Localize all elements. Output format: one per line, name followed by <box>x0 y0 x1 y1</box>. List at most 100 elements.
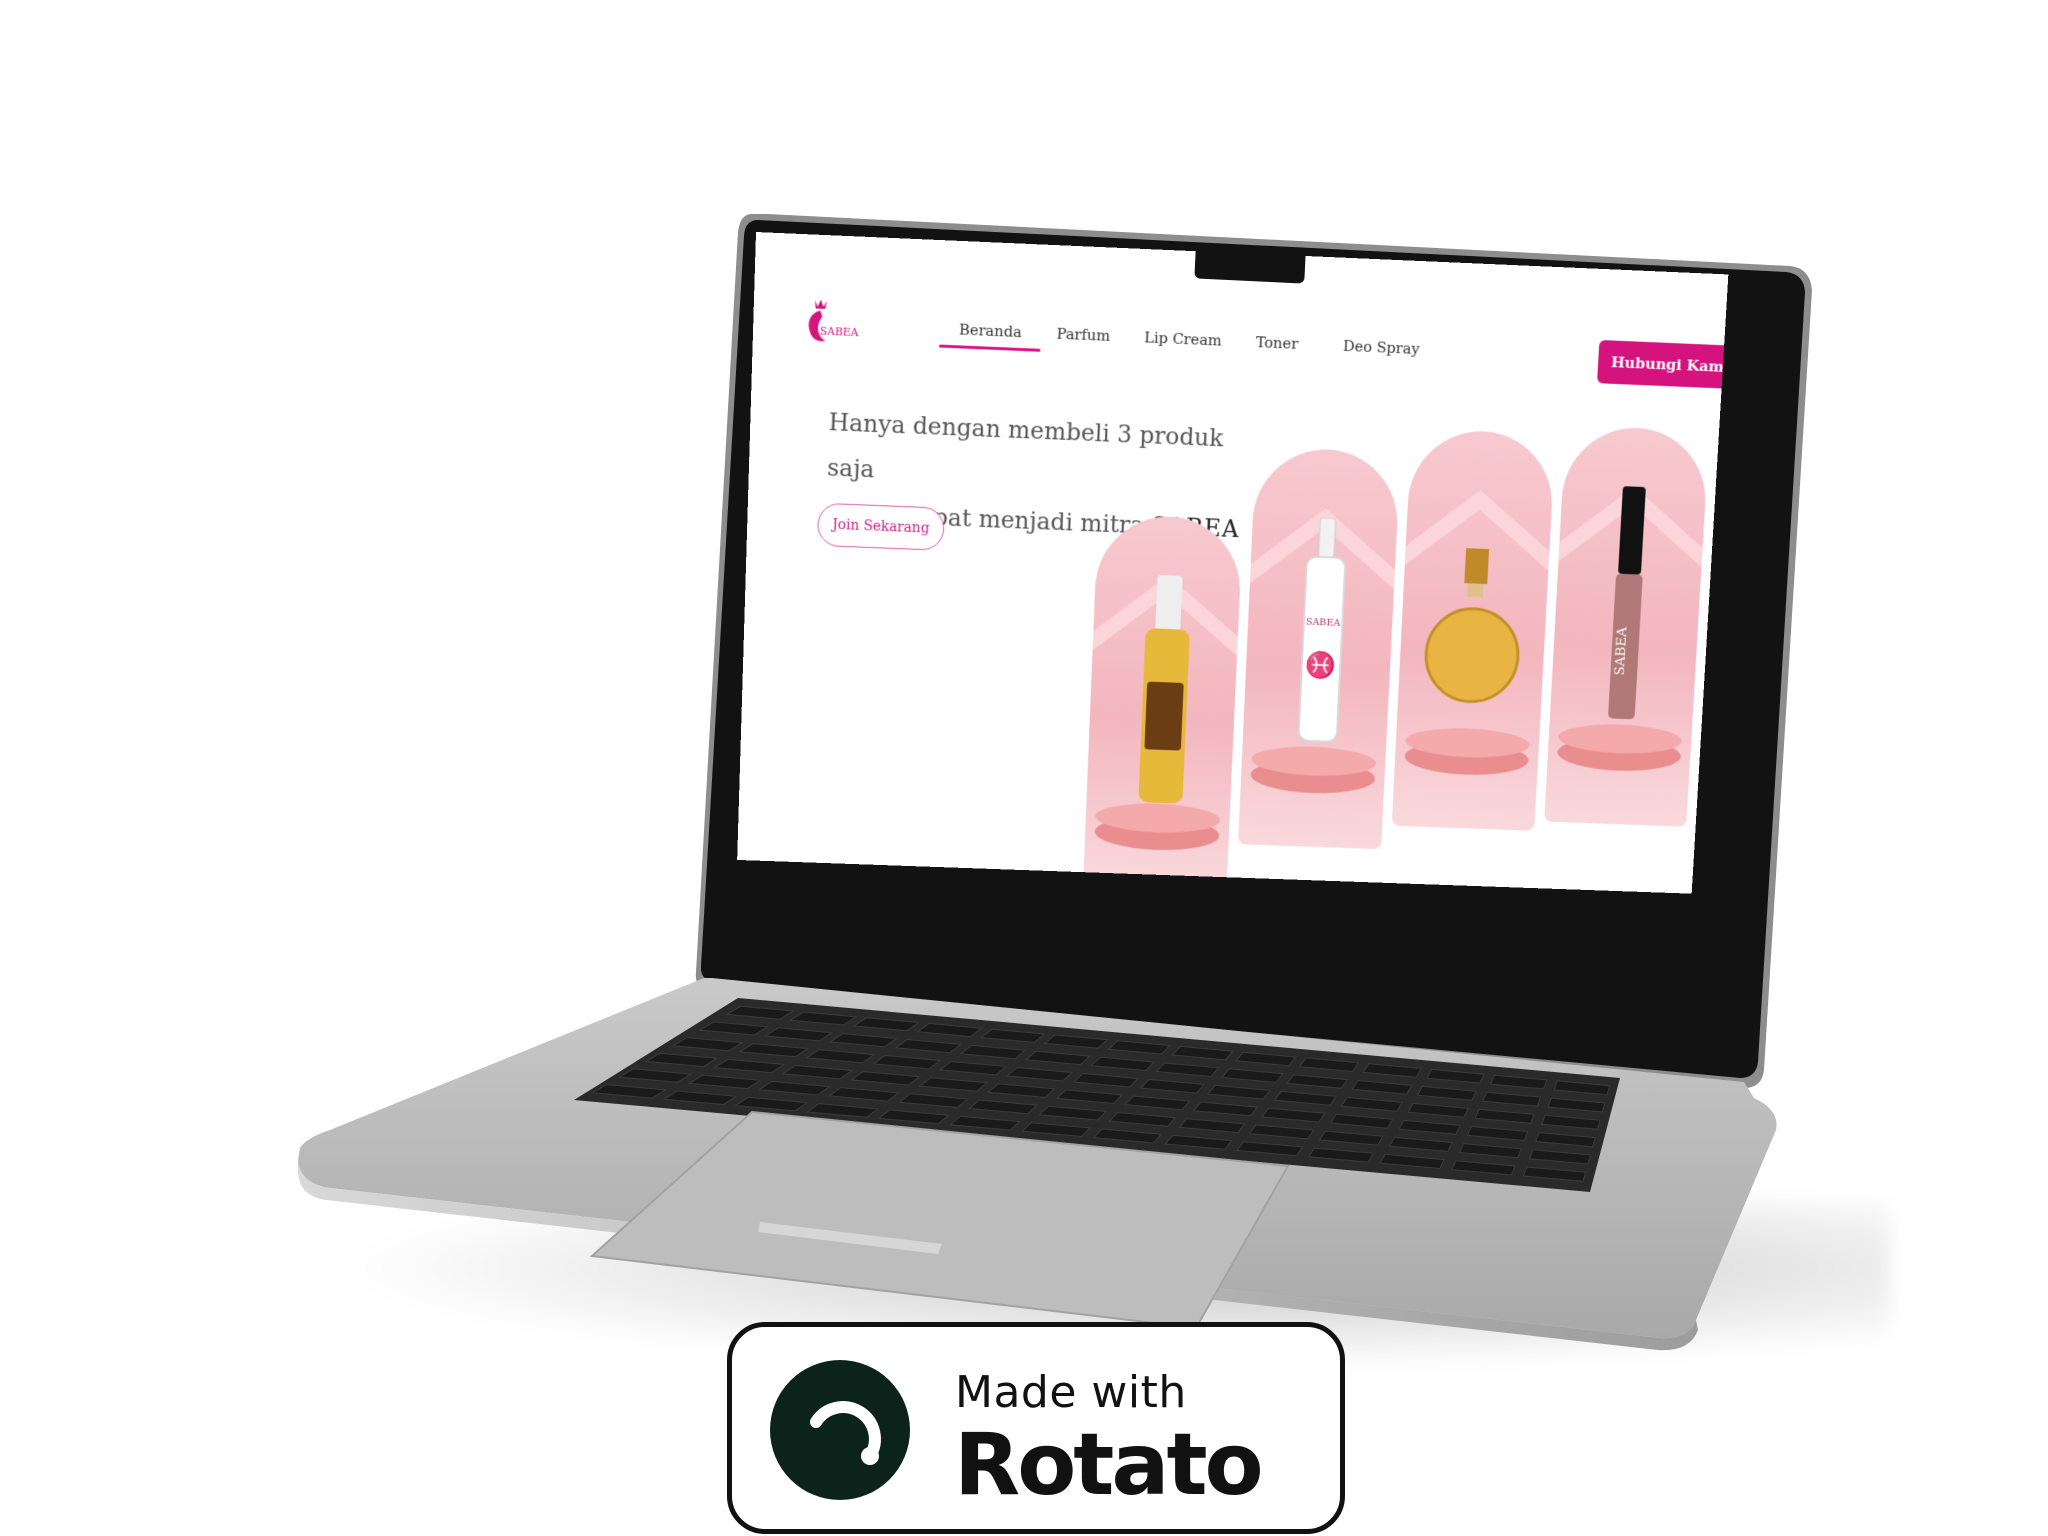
keyboard-key <box>1124 1095 1191 1111</box>
keyboard-key <box>1090 1056 1156 1072</box>
keyboard-key <box>805 1103 880 1118</box>
keyboard-key <box>1474 1108 1535 1124</box>
badge-rotato: Rotato <box>954 1415 1264 1515</box>
keyboard-key <box>1236 1141 1304 1157</box>
keyboard-key <box>1388 1136 1453 1152</box>
svg-text:SABEA: SABEA <box>820 325 859 340</box>
keyboard-key <box>1379 1153 1445 1170</box>
keyboard-key <box>1451 1160 1516 1176</box>
keyboard-key <box>662 1090 738 1106</box>
keyboard-key <box>763 1027 834 1042</box>
keyboard-key <box>1416 1085 1477 1101</box>
keyboard-key <box>1024 1050 1091 1066</box>
nav-deo-spray[interactable]: Deo Spray <box>1343 337 1420 358</box>
svg-text:SABEA: SABEA <box>1306 617 1342 629</box>
keyboard-key <box>713 1058 786 1074</box>
keyboard-key <box>1248 1124 1315 1140</box>
keyboard-key <box>877 1109 950 1125</box>
keyboard-key <box>617 1068 693 1083</box>
keyboard-key <box>1171 1045 1234 1061</box>
keyboard-key <box>687 1074 762 1090</box>
keyboard-key <box>1298 1057 1360 1073</box>
badge-made-with: Made with <box>955 1367 1187 1418</box>
keyboard-key <box>828 1033 898 1048</box>
keyboard-key <box>1178 1118 1246 1134</box>
keyboard-key <box>1192 1101 1259 1117</box>
keyboard-key <box>590 1084 667 1099</box>
product-card-toner[interactable]: SABEA ♓ <box>1238 446 1401 850</box>
keyboard-key <box>1108 1111 1177 1127</box>
hero-line-1: Hanya dengan membeli 3 produk saja <box>826 408 1224 484</box>
keyboard-key <box>980 1028 1046 1043</box>
svg-text:♓: ♓ <box>1305 650 1337 681</box>
keyboard-key <box>828 1087 900 1102</box>
webcam-notch <box>1194 248 1306 284</box>
keyboard-key <box>959 1044 1027 1060</box>
keyboard-key <box>1307 1147 1375 1163</box>
keyboard-key <box>872 1054 942 1070</box>
keyboard-key <box>1547 1097 1606 1113</box>
product-card-lip-cream[interactable]: SABEA <box>1544 425 1710 827</box>
keyboard-key <box>1206 1084 1271 1100</box>
keyboard-key <box>1164 1134 1233 1150</box>
keyboard-key <box>894 1038 963 1054</box>
made-with-rotato-badge[interactable]: Made with Rotato <box>727 1322 1345 1534</box>
keyboard-key <box>1458 1143 1522 1159</box>
keyboard-key <box>1362 1063 1423 1078</box>
product-card-hair-serum[interactable] <box>1083 513 1244 887</box>
keyboard-key <box>757 1080 831 1096</box>
keyboard-key <box>1535 1132 1596 1148</box>
keyboard-key <box>1261 1107 1326 1123</box>
keyboard-key <box>1340 1096 1403 1112</box>
keyboard-key <box>698 1021 770 1036</box>
keyboard-key <box>968 1099 1039 1115</box>
keyboard-key <box>1466 1125 1529 1142</box>
nav-beranda[interactable]: Beranda <box>959 321 1022 342</box>
keyboard-key <box>850 1071 921 1086</box>
keyboard-key <box>1489 1074 1548 1090</box>
website-page: SABEA Beranda Parfum Lip Cream Toner Deo… <box>737 232 1729 894</box>
keyboard-key <box>1043 1034 1109 1049</box>
keyboard-key <box>939 1060 1008 1076</box>
keyboard-key <box>1553 1080 1611 1096</box>
keyboard-key <box>671 1037 744 1052</box>
keyboard-key <box>1220 1068 1284 1083</box>
keyboard-key <box>1528 1149 1592 1165</box>
keyboard-key <box>805 1049 876 1064</box>
sabea-logo[interactable]: SABEA <box>800 296 870 349</box>
hair-serum-bottle-icon <box>1138 574 1190 804</box>
keyboard-key <box>1482 1091 1542 1107</box>
keyboard-key <box>1092 1128 1162 1144</box>
contact-button[interactable]: Hubungi Kami <box>1597 339 1729 390</box>
keyboard-key <box>734 1096 809 1112</box>
nav-parfum[interactable]: Parfum <box>1056 325 1110 345</box>
svg-text:SABEA: SABEA <box>1612 626 1630 676</box>
keyboard-key <box>949 1115 1021 1131</box>
keyboard-key <box>1426 1068 1485 1084</box>
nav-lip-cream[interactable]: Lip Cream <box>1144 328 1222 349</box>
keyboard-key <box>1398 1119 1461 1135</box>
keyboard-key <box>1286 1074 1349 1089</box>
keyboard-key <box>1329 1113 1394 1129</box>
keyboard-key <box>1107 1040 1171 1055</box>
keyboard-key <box>1055 1089 1124 1105</box>
laptop-screen: SABEA Beranda Parfum Lip Cream Toner Deo… <box>737 232 1786 1022</box>
keyboard-key <box>987 1083 1056 1098</box>
keyboard-key <box>1541 1114 1601 1130</box>
keyboard-key <box>1351 1079 1413 1095</box>
keyboard-key <box>918 1077 989 1092</box>
keyboard-key <box>1273 1090 1337 1106</box>
nav-toner[interactable]: Toner <box>1256 333 1299 353</box>
join-now-button[interactable]: Join Sekarang <box>816 502 945 551</box>
keyboard-key <box>644 1052 718 1068</box>
keyboard-key <box>1155 1062 1220 1078</box>
perfume-bottle-icon <box>1421 548 1526 725</box>
keyboard-key <box>1522 1166 1587 1182</box>
keyboard-key <box>1318 1130 1384 1146</box>
rotato-logo-icon <box>770 1360 910 1500</box>
keyboard-key <box>898 1093 969 1109</box>
toner-spray-bottle-icon: SABEA ♓ <box>1288 517 1357 752</box>
keyboard-key <box>1234 1051 1297 1067</box>
product-card-perfume[interactable] <box>1391 428 1556 831</box>
keyboard-key <box>781 1064 853 1080</box>
